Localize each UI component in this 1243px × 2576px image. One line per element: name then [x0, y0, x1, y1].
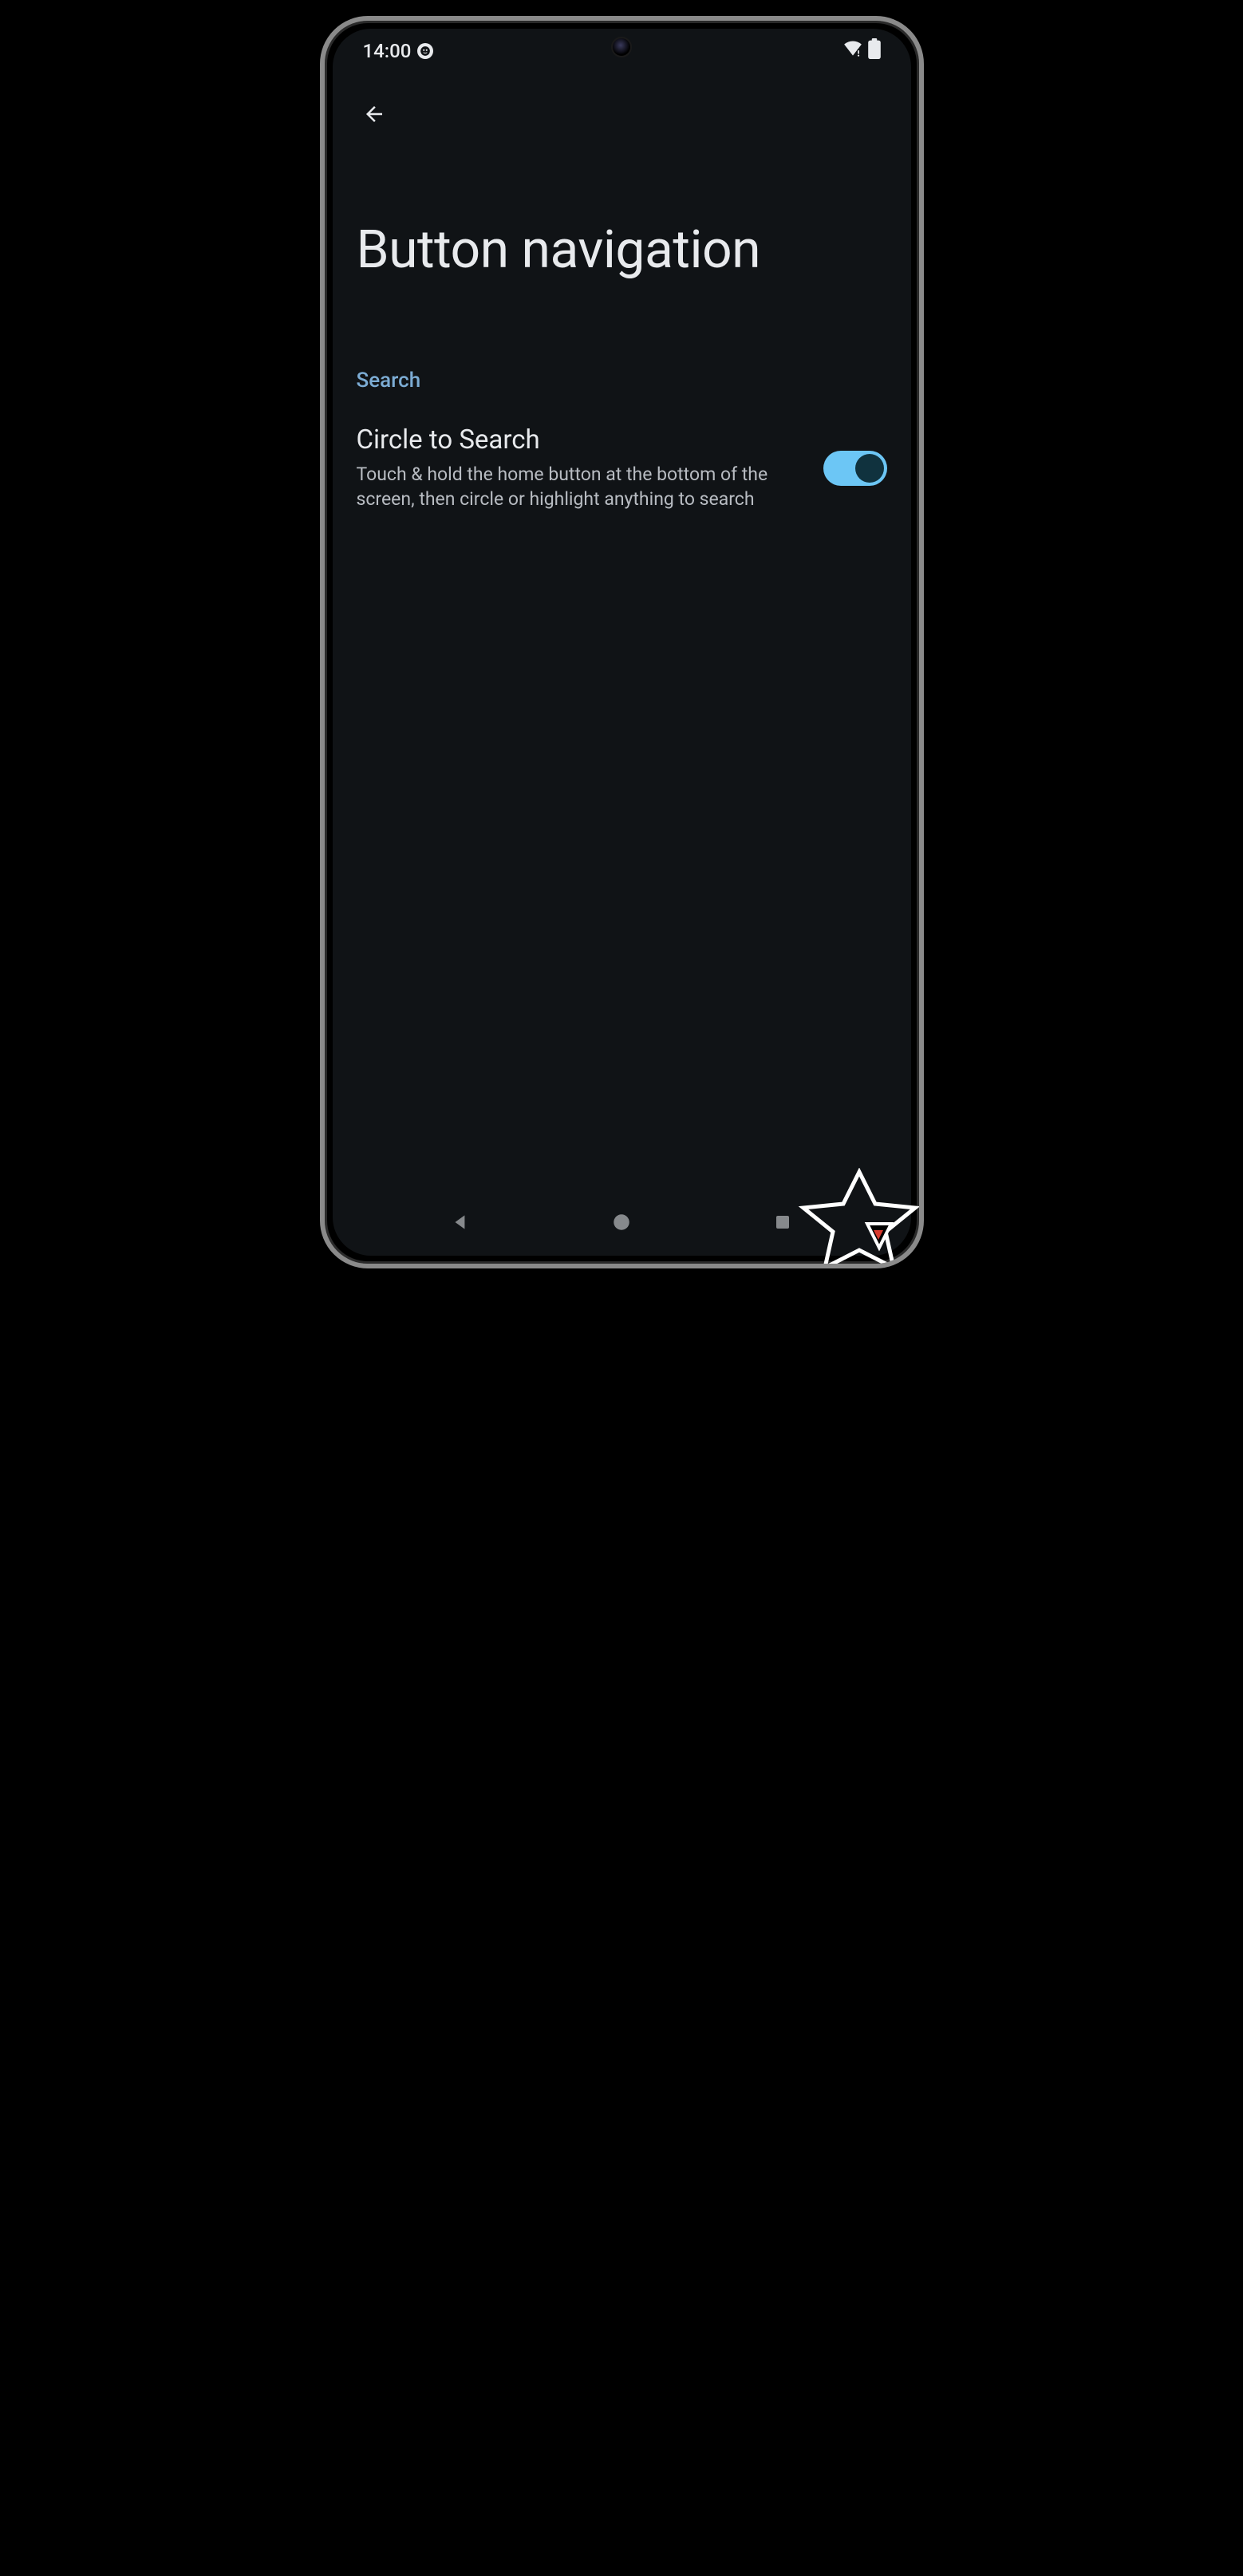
nav-recent-button[interactable] — [770, 1209, 795, 1235]
section-header-search: Search — [333, 281, 911, 393]
square-recent-icon — [773, 1213, 792, 1232]
arrow-back-icon — [362, 102, 386, 126]
nav-home-button[interactable] — [609, 1209, 634, 1235]
nav-back-button[interactable] — [448, 1209, 473, 1235]
back-button[interactable] — [357, 97, 392, 132]
setting-title: Circle to Search — [357, 424, 804, 456]
toggle-thumb — [855, 454, 884, 483]
wifi-icon — [842, 40, 863, 62]
phone-frame: 14:00 Button navigation — [320, 16, 924, 1268]
page-title: Button navigation — [333, 132, 911, 281]
triangle-back-icon — [450, 1212, 471, 1233]
circle-home-icon — [611, 1212, 632, 1233]
camera-notch — [611, 37, 632, 57]
navigation-bar — [333, 1203, 911, 1241]
clock-icon — [417, 43, 433, 59]
setting-circle-to-search[interactable]: Circle to Search Touch & hold the home b… — [333, 393, 911, 511]
setting-description: Touch & hold the home button at the bott… — [357, 462, 804, 511]
screen: 14:00 Button navigation — [333, 29, 911, 1256]
app-bar — [333, 73, 911, 132]
battery-icon — [868, 38, 881, 64]
status-time: 14:00 — [363, 40, 412, 62]
toggle-circle-to-search[interactable] — [823, 451, 887, 486]
